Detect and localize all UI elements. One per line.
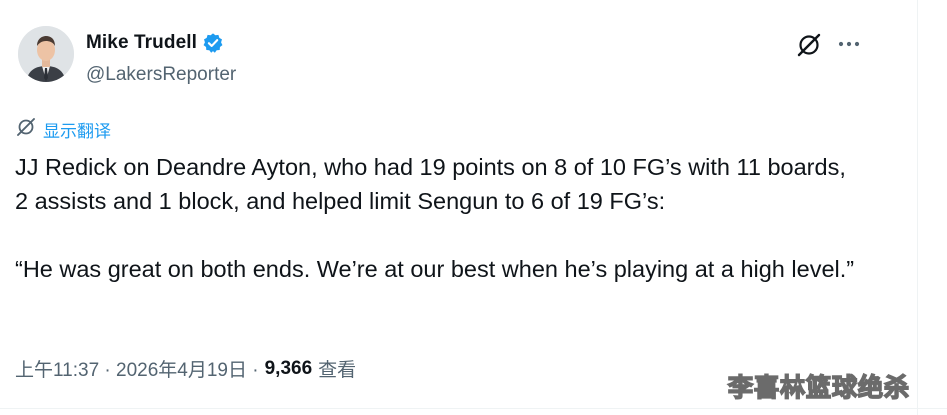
column-border [917, 0, 918, 415]
author-name-row[interactable]: Mike Trudell [86, 32, 224, 54]
grok-icon[interactable] [796, 32, 822, 58]
more-icon[interactable] [836, 34, 862, 54]
show-translation-button[interactable]: 显示翻译 [16, 117, 111, 142]
views-count[interactable]: 9,366 [265, 358, 313, 380]
tweet-text: JJ Redick on Deandre Ayton, who had 19 p… [15, 154, 855, 282]
divider [0, 408, 947, 409]
views-label[interactable]: 查看 [318, 355, 356, 382]
tweet-meta: 上午11:37 · 2026年4月19日 · 9,366 查看 [15, 355, 356, 382]
show-translation-label[interactable]: 显示翻译 [43, 117, 111, 142]
avatar-image [18, 26, 74, 82]
author-display-name[interactable]: Mike Trudell [86, 32, 197, 54]
translate-icon [16, 117, 36, 142]
avatar[interactable] [18, 26, 74, 82]
watermark-text: 李喜林篮球绝杀 [727, 372, 911, 403]
tweet-timestamp[interactable]: 上午11:37 · 2026年4月19日 · [15, 355, 259, 382]
author-handle[interactable]: @LakersReporter [86, 64, 236, 86]
verified-badge-icon [202, 32, 224, 54]
